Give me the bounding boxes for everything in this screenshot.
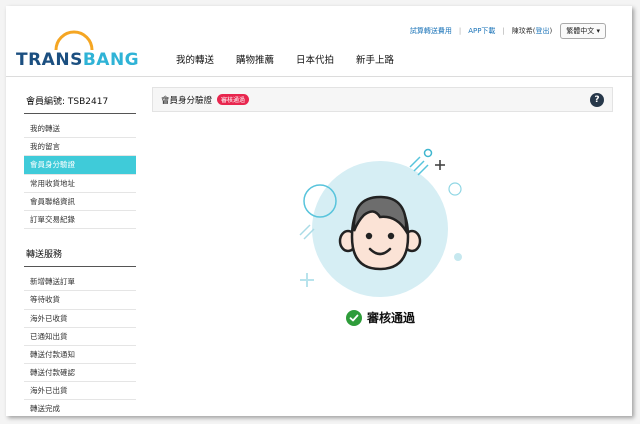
sidebar-item-new-order[interactable]: 新增轉送訂單	[24, 273, 136, 292]
account-menu: 我的轉送 我的留言 會員身分驗證 常用收貨地址 會員聯絡資訊 訂單交易紀錄	[24, 120, 136, 230]
transbang-logo[interactable]: TRANSBANG	[16, 30, 139, 70]
separator: |	[502, 27, 505, 35]
header-divider	[6, 76, 632, 77]
sidebar-item-shipment-notified[interactable]: 已通知出貨	[24, 328, 136, 346]
sidebar-item-payment-confirmed[interactable]: 轉送付款確認	[24, 364, 136, 383]
sidebar-item-addresses[interactable]: 常用收貨地址	[24, 175, 136, 193]
sidebar-item-payment-notice[interactable]: 轉送付款通知	[24, 346, 136, 365]
verification-title: 會員身分驗證	[161, 95, 213, 106]
right-eye	[387, 232, 395, 240]
page-frame: TRANSBANG 試算轉送費用 | APP下載 | 陳玟希 (登出) 繁體中文…	[6, 6, 632, 416]
left-eye	[365, 232, 373, 240]
logout-paren-close: )	[549, 27, 553, 35]
language-select[interactable]: 繁體中文 ▾	[560, 23, 606, 39]
nav-my-shipments[interactable]: 我的轉送	[176, 52, 214, 66]
logo-text-part1: TRANS	[16, 50, 83, 70]
separator: |	[458, 27, 462, 35]
logout-link[interactable]: 登出	[536, 26, 550, 36]
chevron-down-icon: ▾	[596, 27, 600, 35]
user-name: 陳玟希	[511, 27, 533, 35]
sidebar: 會員編號: TSB2417 我的轉送 我的留言 會員身分驗證 常用收貨地址 會員…	[24, 86, 136, 416]
logo-arc-icon	[54, 30, 94, 51]
service-section-title: 轉送服務	[24, 247, 136, 268]
logo-text-part2: BANG	[82, 50, 140, 70]
sidebar-item-order-history[interactable]: 訂單交易紀錄	[24, 211, 136, 230]
plus-icon	[435, 160, 445, 170]
sidebar-item-identity-verification[interactable]: 會員身分驗證	[24, 156, 136, 175]
decor-lines	[299, 224, 315, 240]
verification-result: 審核通過	[346, 309, 415, 326]
plus-icon	[300, 273, 314, 287]
sidebar-item-overseas-shipped[interactable]: 海外已出貨	[24, 382, 136, 401]
status-badge: 審核通過	[217, 94, 250, 105]
sidebar-item-my-messages[interactable]: 我的留言	[24, 138, 136, 157]
decor-dot	[454, 253, 462, 261]
utility-nav: 試算轉送費用 | APP下載 | 陳玟希 (登出) 繁體中文 ▾	[410, 23, 606, 39]
result-text: 審核通過	[367, 311, 416, 325]
verification-header: 會員身分驗證 審核通過 ?	[152, 87, 613, 112]
nav-shopping-recommend[interactable]: 購物推薦	[236, 52, 274, 66]
sidebar-item-my-shipments[interactable]: 我的轉送	[24, 120, 136, 139]
nav-beginner-guide[interactable]: 新手上路	[356, 52, 394, 66]
app-download-link[interactable]: APP下載	[468, 26, 495, 36]
verified-user-illustration	[299, 148, 462, 297]
sidebar-item-contact-info[interactable]: 會員聯絡資訊	[24, 193, 136, 211]
sidebar-item-completed[interactable]: 轉送完成	[24, 400, 136, 416]
decor-ring-small	[448, 182, 462, 196]
main-nav: 我的轉送 購物推薦 日本代拍 新手上路	[176, 52, 394, 66]
sidebar-item-overseas-received[interactable]: 海外已收貨	[24, 310, 136, 328]
member-id: 會員編號: TSB2417	[24, 86, 136, 114]
nav-japan-auction[interactable]: 日本代拍	[296, 52, 334, 66]
check-circle-icon	[346, 309, 362, 326]
shipping-fee-link[interactable]: 試算轉送費用	[410, 26, 452, 36]
decor-dot	[423, 148, 433, 158]
sidebar-item-awaiting-receipt[interactable]: 等待收貨	[24, 291, 136, 310]
service-menu: 新增轉送訂單 等待收貨 海外已收貨 已通知出貨 轉送付款通知 轉送付款確認 海外…	[24, 273, 136, 416]
language-label: 繁體中文	[566, 27, 595, 35]
help-icon[interactable]: ?	[590, 93, 604, 107]
logo-text: TRANSBANG	[16, 50, 139, 70]
